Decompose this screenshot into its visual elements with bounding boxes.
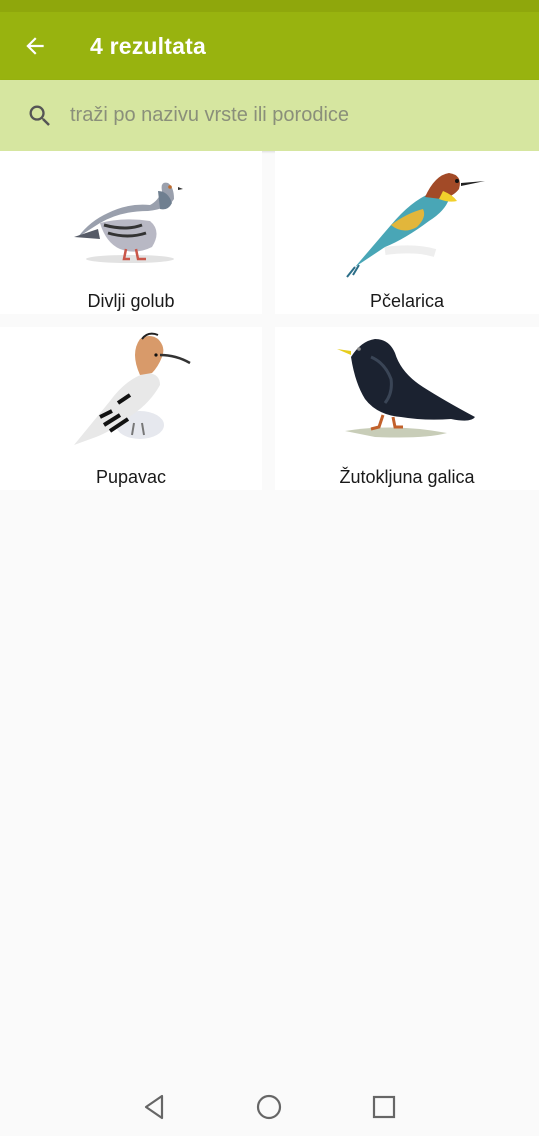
system-nav-bar (0, 1076, 539, 1136)
page-title: 4 rezultata (90, 32, 206, 59)
nav-home-icon[interactable] (254, 1092, 284, 1122)
result-card-label: Pčelarica (369, 291, 445, 311)
result-card-label: Žutokljuna galica (339, 467, 475, 487)
search-bar (0, 80, 539, 151)
bee-eater-image (346, 173, 485, 278)
result-card-pupavac[interactable]: Pupavac (0, 327, 262, 490)
nav-recents-icon[interactable] (369, 1092, 399, 1122)
result-card-label: Pupavac (95, 467, 167, 487)
hoopoe-image (74, 332, 191, 445)
app-bar: 4 rezultata (0, 12, 539, 80)
back-button[interactable] (0, 12, 70, 80)
result-card-label: Divlji golub (87, 291, 175, 311)
result-card-zutokljuna-galica[interactable]: Žutokljuna galica (275, 327, 539, 490)
chough-image (337, 339, 475, 438)
search-input[interactable] (68, 94, 512, 137)
arrow-back-icon (26, 37, 44, 55)
result-card-divlji-golub[interactable]: Divlji golub (0, 151, 262, 314)
nav-back-icon[interactable] (140, 1092, 170, 1122)
pigeon-image (74, 182, 183, 263)
result-card-pcelarica[interactable]: Pčelarica (275, 151, 539, 314)
status-bar (0, 0, 539, 12)
search-icon (29, 105, 50, 126)
